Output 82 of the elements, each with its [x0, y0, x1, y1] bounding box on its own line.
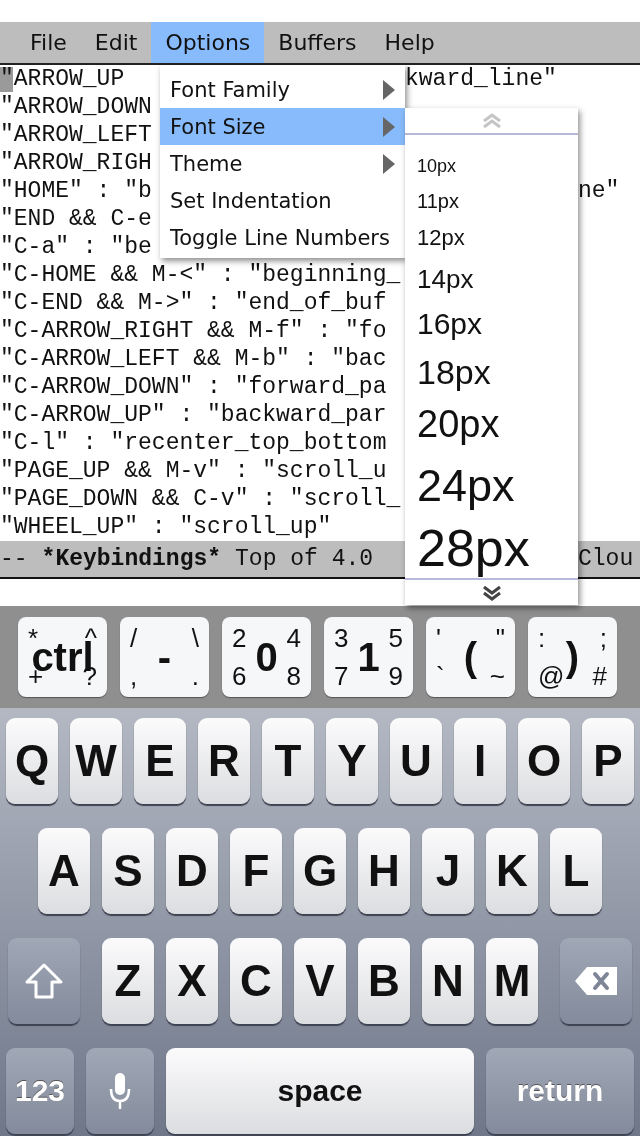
- letter-key[interactable]: G: [294, 828, 346, 914]
- letter-key[interactable]: J: [422, 828, 474, 914]
- menu-item[interactable]: Toggle Line Numbers: [160, 219, 405, 256]
- menu-item[interactable]: Theme: [160, 145, 405, 182]
- menu-item[interactable]: File: [16, 22, 81, 63]
- code-line: "ARROW_LEFT: [0, 122, 152, 148]
- letter-key[interactable]: B: [358, 938, 410, 1024]
- menu-item[interactable]: 20px: [405, 396, 578, 453]
- microphone-icon: [108, 1071, 132, 1111]
- menu-item[interactable]: 28px: [405, 518, 578, 578]
- code-line: "C-l" : "recenter_top_bottom: [0, 430, 387, 456]
- backspace-key[interactable]: [560, 938, 632, 1024]
- symbol-key[interactable]: 2 0 4 6 8: [222, 617, 311, 697]
- letter-key[interactable]: Y: [326, 718, 378, 804]
- code-line: "C-HOME && M-<" : "beginning_: [0, 262, 401, 288]
- letter-key[interactable]: O: [518, 718, 570, 804]
- modified-indicator: --: [0, 546, 28, 572]
- code-line: ne": [578, 178, 620, 204]
- letter-key[interactable]: Z: [102, 938, 154, 1024]
- code-line: "ARROW_RIGH: [0, 150, 152, 176]
- code-line: "ARROW_DOWN: [0, 94, 152, 120]
- code-line: "ARROW_UP: [0, 66, 125, 92]
- space-key[interactable]: space: [166, 1048, 474, 1134]
- letter-key[interactable]: H: [358, 828, 410, 914]
- symbol-key[interactable]: : ) ; @ #: [528, 617, 617, 697]
- letter-key[interactable]: D: [166, 828, 218, 914]
- code-line: "WHEEL_UP" : "scroll_up": [0, 514, 332, 540]
- letter-key[interactable]: E: [134, 718, 186, 804]
- letter-key[interactable]: I: [454, 718, 506, 804]
- letter-key[interactable]: U: [390, 718, 442, 804]
- code-line: "PAGE_DOWN && C-v" : "scroll_: [0, 486, 401, 512]
- menu-item[interactable]: Set Indentation: [160, 182, 405, 219]
- backspace-icon: [573, 965, 619, 997]
- letter-key[interactable]: F: [230, 828, 282, 914]
- menu-item[interactable]: 18px: [405, 347, 578, 397]
- letter-key[interactable]: C: [230, 938, 282, 1024]
- buffer-name: *Keybindings*: [41, 546, 222, 572]
- menu-item[interactable]: Help: [370, 22, 449, 63]
- code-line: "C-a" : "be: [0, 234, 152, 260]
- code-line: "HOME" : "b: [0, 178, 152, 204]
- scroll-down-icon[interactable]: [481, 584, 502, 601]
- menu-item[interactable]: 16px: [405, 300, 578, 348]
- letter-key[interactable]: Q: [6, 718, 58, 804]
- letter-key[interactable]: K: [486, 828, 538, 914]
- letter-key[interactable]: V: [294, 938, 346, 1024]
- code-line: "END && C-e: [0, 206, 152, 232]
- letter-key[interactable]: T: [262, 718, 314, 804]
- menu-item[interactable]: Edit: [80, 22, 152, 63]
- letter-key[interactable]: W: [70, 718, 122, 804]
- letter-key[interactable]: N: [422, 938, 474, 1024]
- shift-key[interactable]: [8, 938, 80, 1024]
- symbol-key[interactable]: ' ( " ` ~: [426, 617, 515, 697]
- menu-item[interactable]: 14px: [405, 256, 578, 301]
- code-line: "C-ARROW_UP" : "backward_par: [0, 402, 387, 428]
- code-line: "C-ARROW_RIGHT && M-f" : "fo: [0, 318, 387, 344]
- letter-key[interactable]: M: [486, 938, 538, 1024]
- scroll-position: Top of 4.0: [235, 546, 374, 572]
- code-line: "C-ARROW_LEFT && M-b" : "bac: [0, 346, 387, 372]
- menu-item[interactable]: 11px: [405, 183, 578, 219]
- menu-item[interactable]: 24px: [405, 452, 578, 519]
- code-line: "C-END && M->" : "end_of_buf: [0, 290, 387, 316]
- letter-key[interactable]: S: [102, 828, 154, 914]
- menu-item[interactable]: Font Size: [160, 108, 405, 145]
- status-text: Clou: [578, 546, 635, 572]
- menu-item[interactable]: Font Family: [160, 71, 405, 108]
- scroll-up-icon[interactable]: [481, 112, 502, 129]
- code-line: "C-ARROW_DOWN" : "forward_pa: [0, 374, 387, 400]
- dictation-key[interactable]: [86, 1048, 154, 1134]
- letter-key[interactable]: P: [582, 718, 634, 804]
- letter-key[interactable]: R: [198, 718, 250, 804]
- letter-key[interactable]: L: [550, 828, 602, 914]
- code-line: kward_line": [405, 66, 557, 92]
- letter-key[interactable]: A: [38, 828, 90, 914]
- letter-key[interactable]: X: [166, 938, 218, 1024]
- symbol-key[interactable]: 3 1 5 7 9: [324, 617, 413, 697]
- symbol-key[interactable]: / - \ , .: [120, 617, 209, 697]
- shift-icon: [24, 962, 64, 1000]
- menu-item[interactable]: 10px: [405, 148, 578, 184]
- menu-item[interactable]: Options: [151, 22, 265, 63]
- code-line: "PAGE_UP && M-v" : "scroll_u: [0, 458, 387, 484]
- menu-item[interactable]: Buffers: [264, 22, 371, 63]
- menu-item[interactable]: 12px: [405, 218, 578, 257]
